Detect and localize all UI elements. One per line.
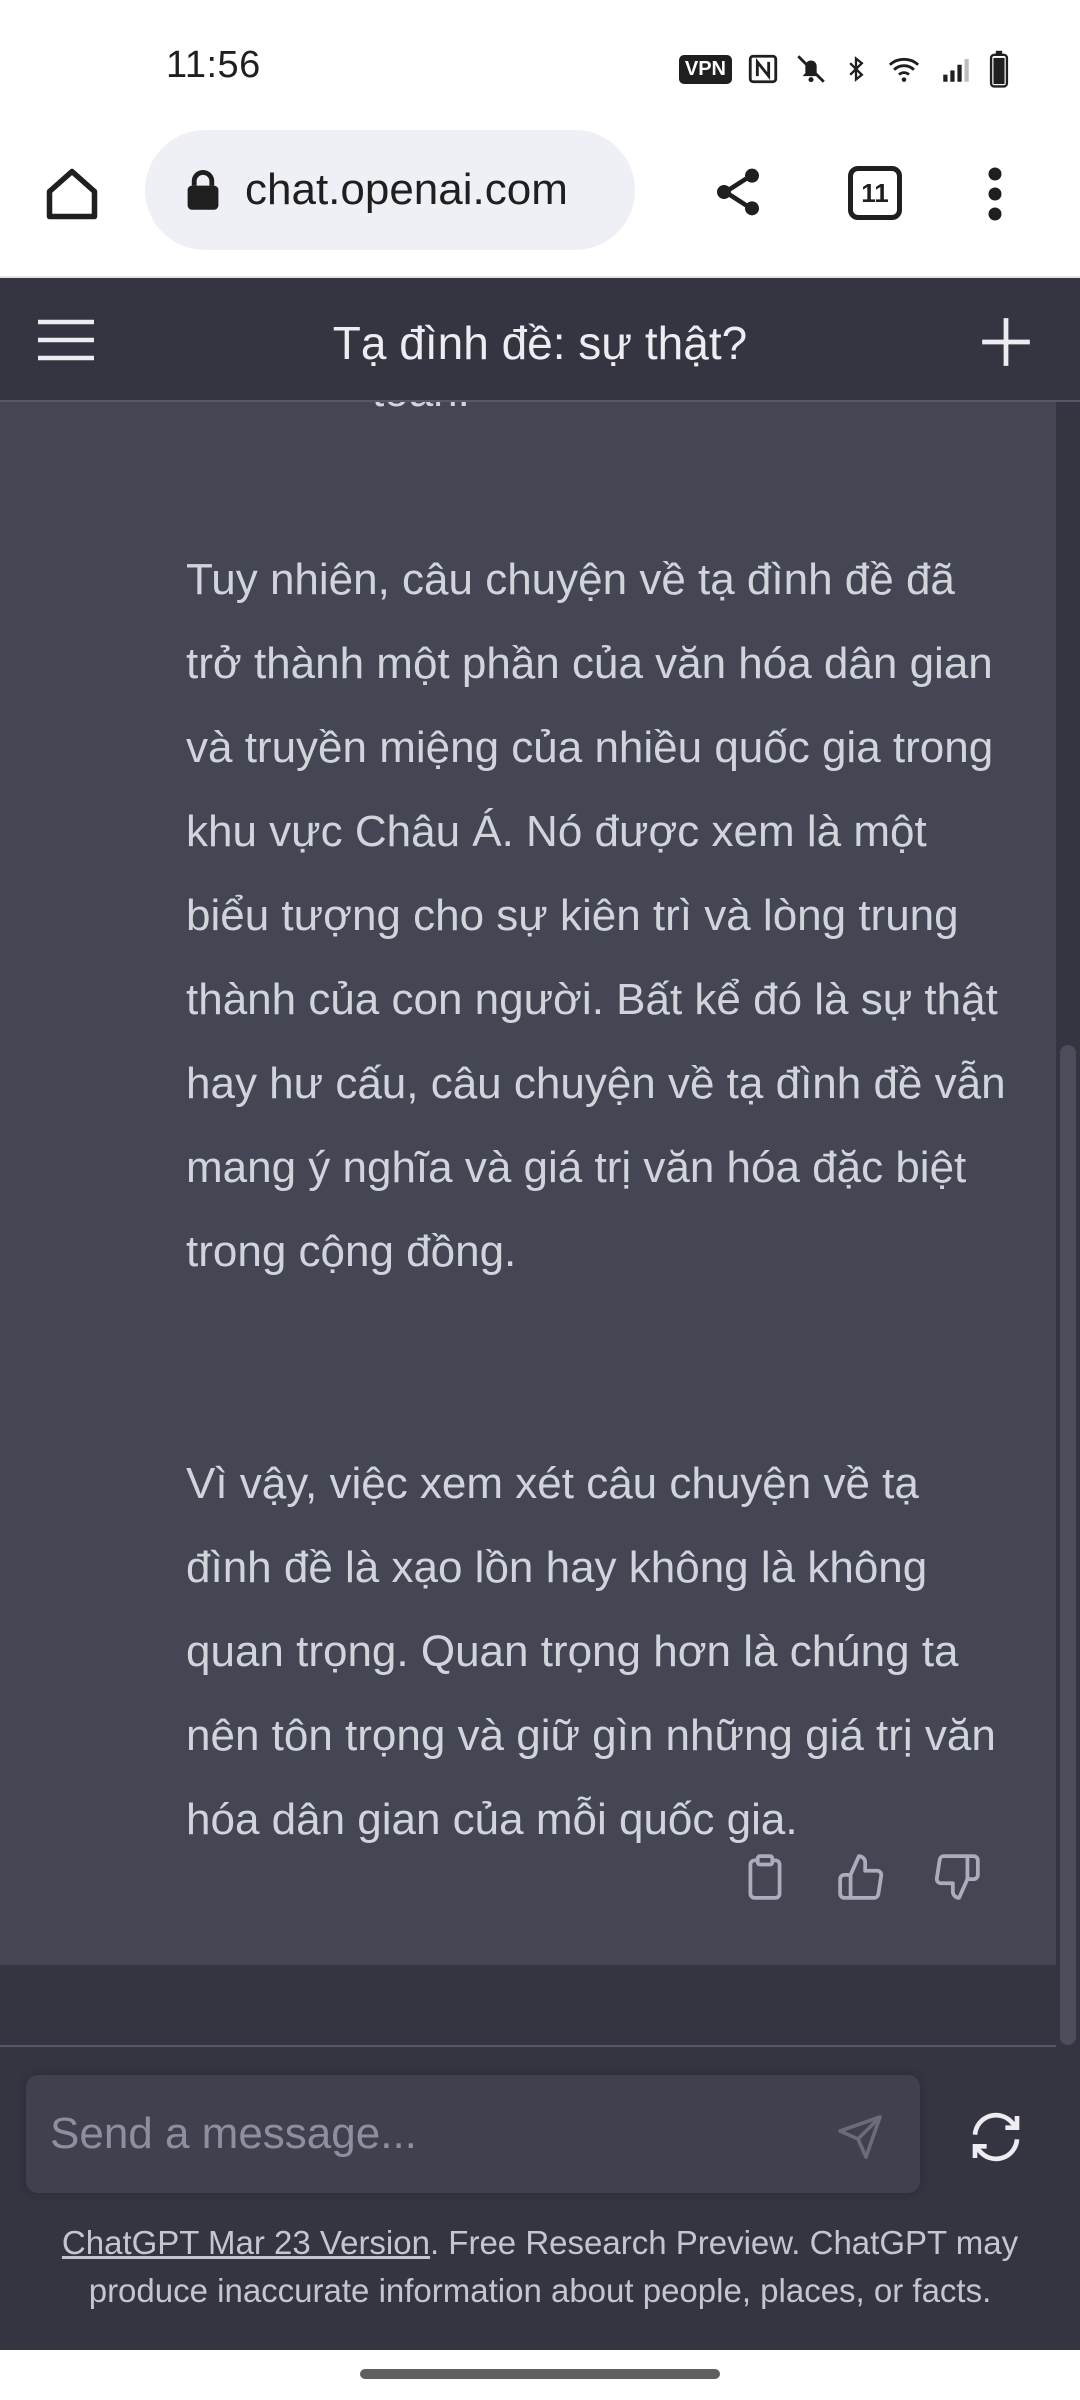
address-bar[interactable]: chat.openai.com <box>145 130 635 250</box>
disclaimer: ChatGPT Mar 23 Version. Free Research Pr… <box>20 2219 1060 2315</box>
signal-icon <box>943 59 969 82</box>
scrollbar-thumb[interactable] <box>1060 1045 1076 2045</box>
message-paragraph: Vì vậy, việc xem xét câu chuyện về tạ đì… <box>186 1459 996 1844</box>
share-icon[interactable] <box>710 164 766 220</box>
tab-switcher-button[interactable]: 11 <box>848 166 902 220</box>
gesture-handle[interactable] <box>360 2369 720 2379</box>
lock-icon <box>187 170 219 210</box>
new-chat-plus-icon[interactable] <box>980 316 1032 368</box>
chat-header: Tạ đình đề: sự thật? <box>0 278 1080 402</box>
status-bar: 11:56 VPN <box>0 0 1080 130</box>
send-icon[interactable] <box>836 2113 884 2161</box>
home-icon[interactable] <box>42 164 102 224</box>
wifi-icon <box>888 57 920 82</box>
message-input[interactable]: Send a message... <box>26 2075 920 2193</box>
copy-clipboard-icon[interactable] <box>740 1852 790 1902</box>
message-paragraph: Tuy nhiên, câu chuyện về tạ đình đề đã t… <box>186 555 1006 1276</box>
thumbs-down-icon[interactable] <box>932 1852 982 1902</box>
url-text: chat.openai.com <box>245 165 568 214</box>
conversation-footer-spacer <box>0 1965 1080 2047</box>
message-cut-text: toàn. <box>372 402 470 434</box>
status-icons: VPN <box>678 48 1010 90</box>
version-link[interactable]: ChatGPT Mar 23 Version <box>62 2224 430 2261</box>
input-placeholder: Send a message... <box>50 2109 417 2158</box>
navigation-gesture-area <box>0 2350 1080 2400</box>
nfc-icon <box>748 54 778 84</box>
bluetooth-icon <box>849 56 864 82</box>
chat-title: Tạ đình đề: sự thật? <box>332 317 748 369</box>
message-actions <box>740 1852 982 1902</box>
regenerate-icon[interactable] <box>968 2109 1024 2165</box>
bell-off-icon <box>797 55 825 83</box>
browser-toolbar: chat.openai.com 11 <box>0 130 1080 278</box>
conversation-area[interactable]: toàn. Tuy nhiên, câu chuyện về tạ đình đ… <box>0 402 1080 2047</box>
more-menu-icon[interactable] <box>980 164 1010 224</box>
status-time: 11:56 <box>166 44 261 86</box>
thumbs-up-icon[interactable] <box>836 1852 886 1902</box>
input-area: Send a message... ChatGPT Mar 23 Version… <box>0 2047 1080 2350</box>
vpn-icon: VPN <box>678 54 732 84</box>
battery-icon <box>989 50 1009 88</box>
